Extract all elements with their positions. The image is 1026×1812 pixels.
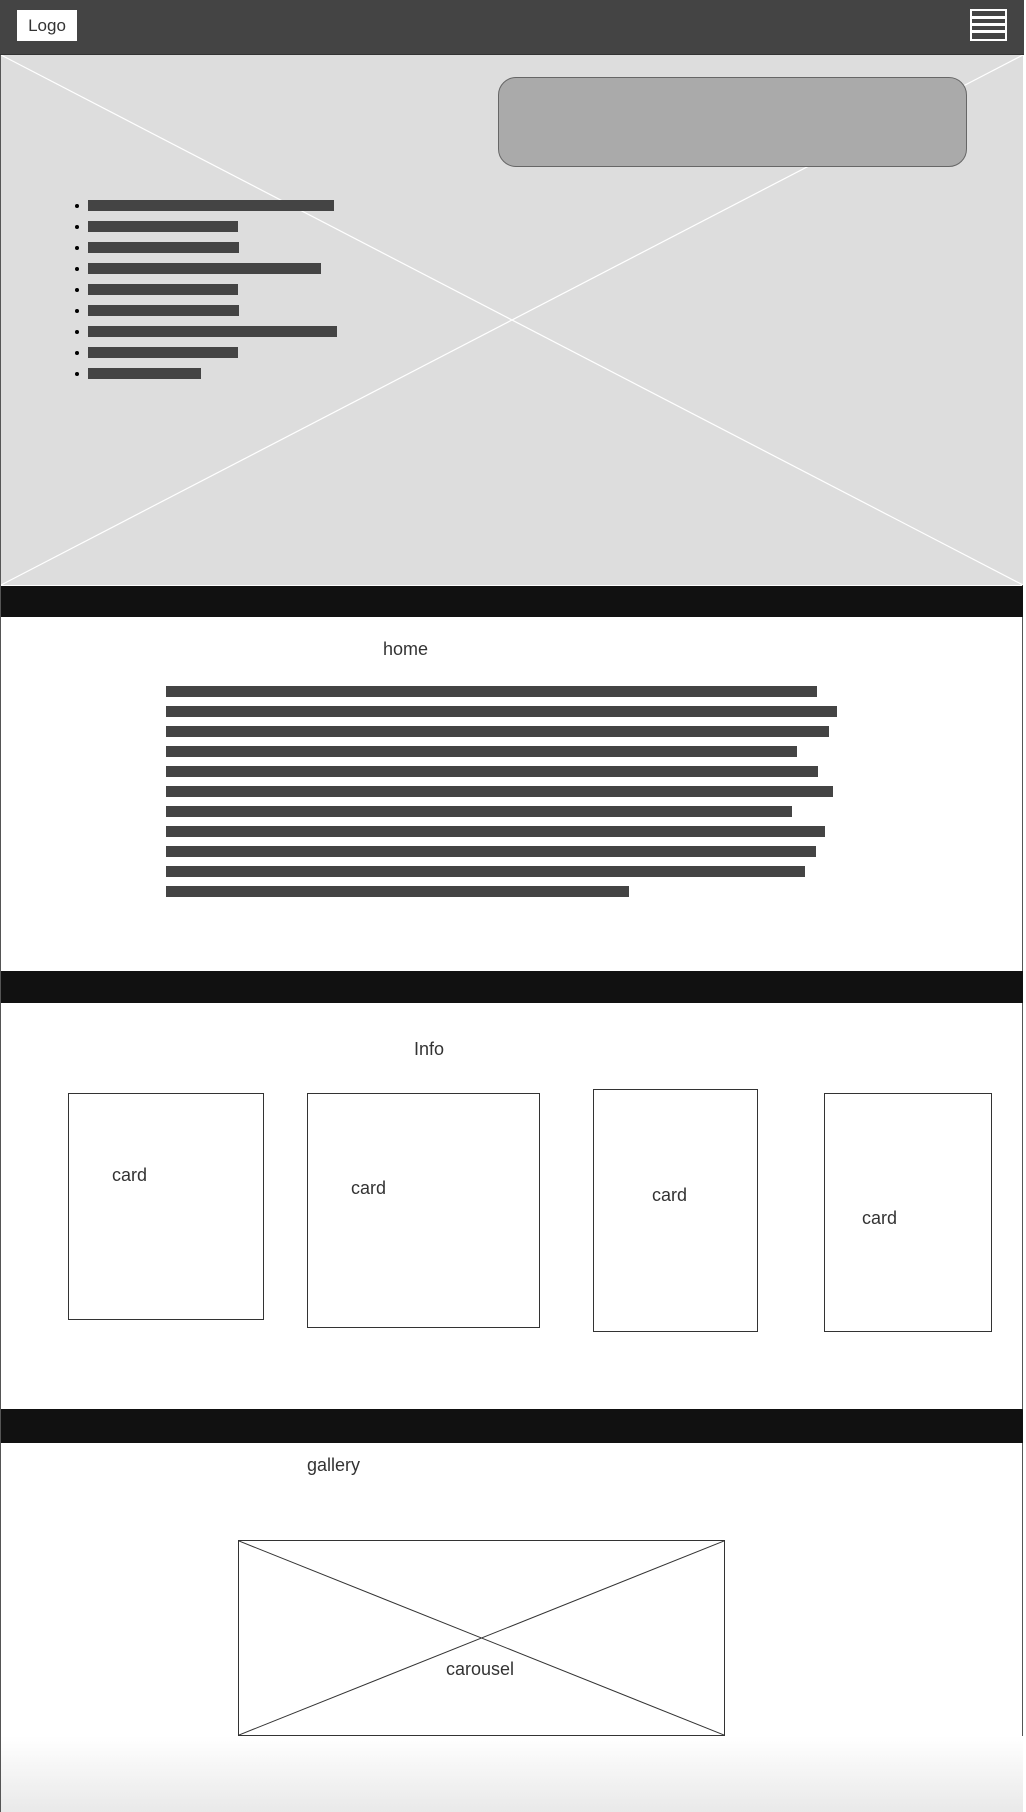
card-label: card bbox=[652, 1185, 688, 1205]
info-card[interactable]: card bbox=[593, 1089, 758, 1332]
text-line bbox=[166, 686, 817, 697]
gallery-title: gallery bbox=[307, 1455, 361, 1475]
text-line bbox=[166, 766, 818, 777]
section-divider bbox=[1, 971, 1023, 1003]
text-line bbox=[166, 806, 792, 817]
card-label: card bbox=[351, 1178, 387, 1198]
carousel[interactable]: carousel bbox=[238, 1540, 725, 1736]
bottom-fade bbox=[1, 1736, 1023, 1812]
hamburger-menu-icon[interactable] bbox=[970, 9, 1007, 41]
text-line bbox=[166, 866, 805, 877]
top-header: Logo bbox=[0, 0, 1024, 55]
logo[interactable]: Logo bbox=[17, 10, 77, 41]
text-line bbox=[166, 846, 816, 857]
text-line bbox=[166, 786, 833, 797]
hero-banner-box bbox=[498, 77, 967, 167]
home-title: home bbox=[383, 639, 429, 659]
info-card[interactable]: card bbox=[307, 1093, 540, 1328]
info-title: Info bbox=[414, 1039, 445, 1059]
text-line bbox=[166, 826, 825, 837]
text-line bbox=[166, 886, 629, 897]
image-placeholder-icon bbox=[239, 1541, 724, 1735]
card-label: card bbox=[862, 1208, 898, 1228]
hero-section bbox=[1, 55, 1023, 585]
text-line bbox=[166, 726, 829, 737]
section-divider bbox=[1, 586, 1023, 617]
carousel-label: carousel bbox=[446, 1659, 515, 1679]
section-divider bbox=[1, 1409, 1023, 1443]
text-line bbox=[166, 706, 837, 717]
info-card[interactable]: card bbox=[824, 1093, 992, 1332]
text-line bbox=[166, 746, 797, 757]
info-card[interactable]: card bbox=[68, 1093, 264, 1320]
card-label: card bbox=[112, 1165, 148, 1185]
